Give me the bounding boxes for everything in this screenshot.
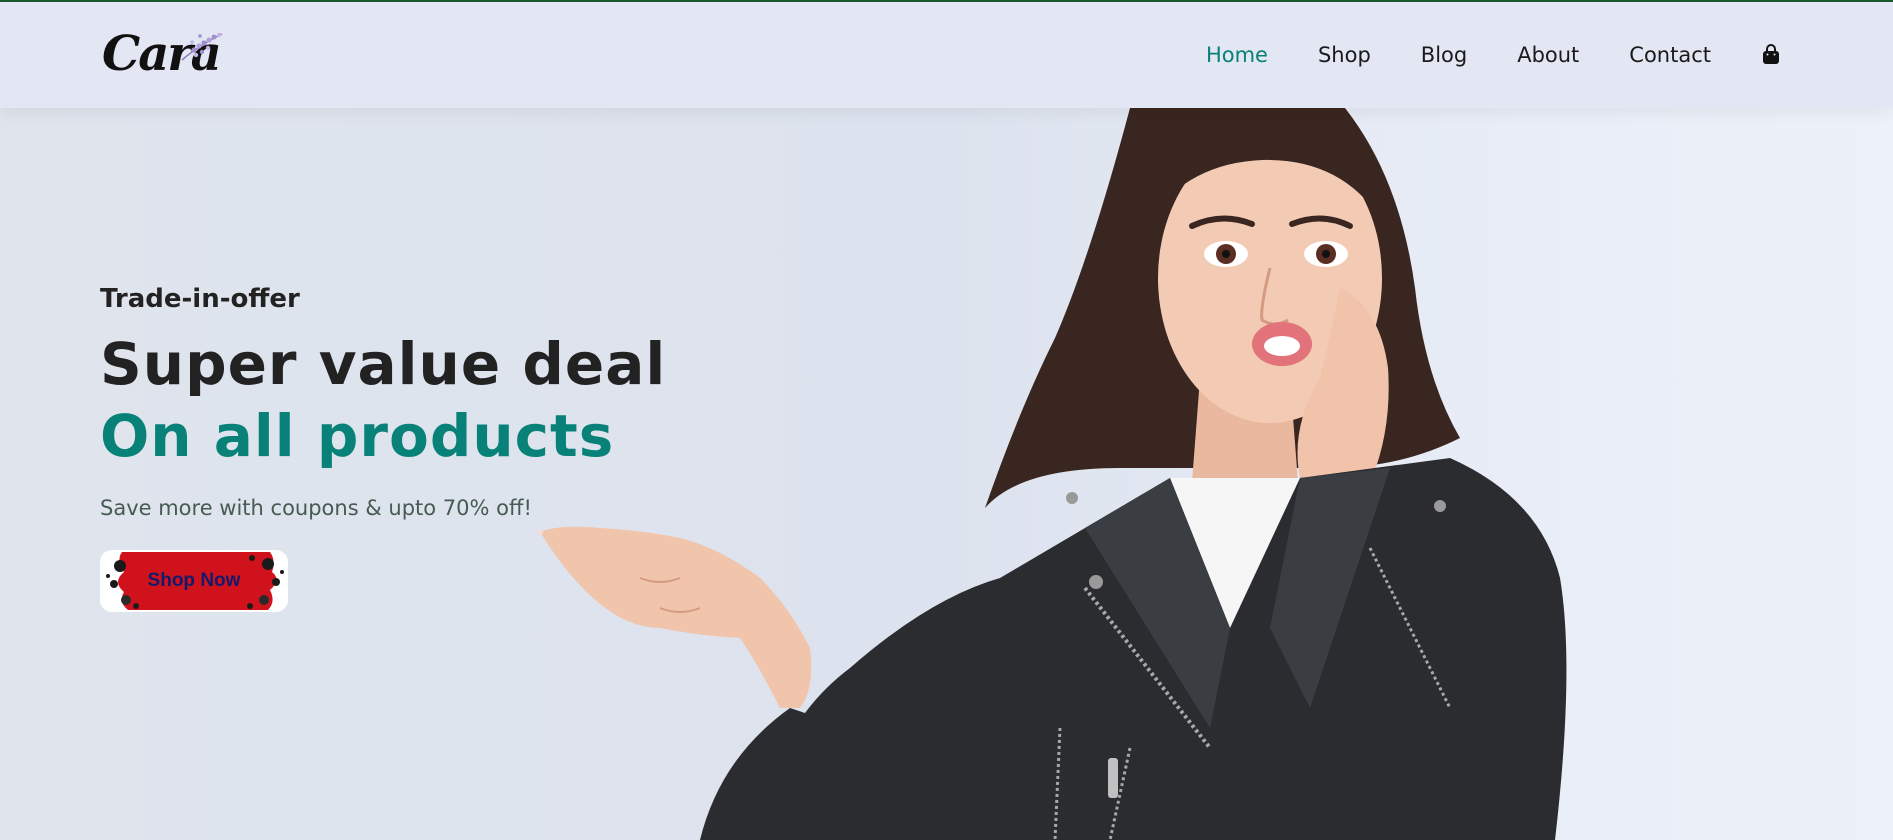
hero-offer-label: Trade-in-offer bbox=[100, 284, 300, 314]
nav-contact[interactable]: Contact bbox=[1629, 43, 1711, 67]
nav-home[interactable]: Home bbox=[1206, 43, 1268, 67]
hero-model-image bbox=[537, 108, 1567, 840]
shopping-bag-icon[interactable] bbox=[1761, 44, 1781, 66]
shop-now-button[interactable]: Shop Now bbox=[100, 550, 288, 612]
main-nav: Home Shop Blog About Contact bbox=[1156, 2, 1781, 108]
nav-shop[interactable]: Shop bbox=[1318, 43, 1371, 67]
nav-blog[interactable]: Blog bbox=[1421, 43, 1467, 67]
hero-title-line2: On all products bbox=[100, 402, 615, 470]
lavender-sprig-icon bbox=[181, 32, 223, 61]
nav-about[interactable]: About bbox=[1517, 43, 1579, 67]
shop-now-label: Shop Now bbox=[147, 570, 241, 591]
site-header: Cara Home Shop Blog About Contact bbox=[0, 2, 1893, 108]
hero-subtitle: Save more with coupons & upto 70% off! bbox=[100, 496, 532, 520]
hero-title-line1: Super value deal bbox=[100, 330, 667, 398]
hero-section: Trade-in-offer Super value deal On all p… bbox=[0, 108, 1893, 840]
brand-logo[interactable]: Cara bbox=[102, 24, 232, 84]
